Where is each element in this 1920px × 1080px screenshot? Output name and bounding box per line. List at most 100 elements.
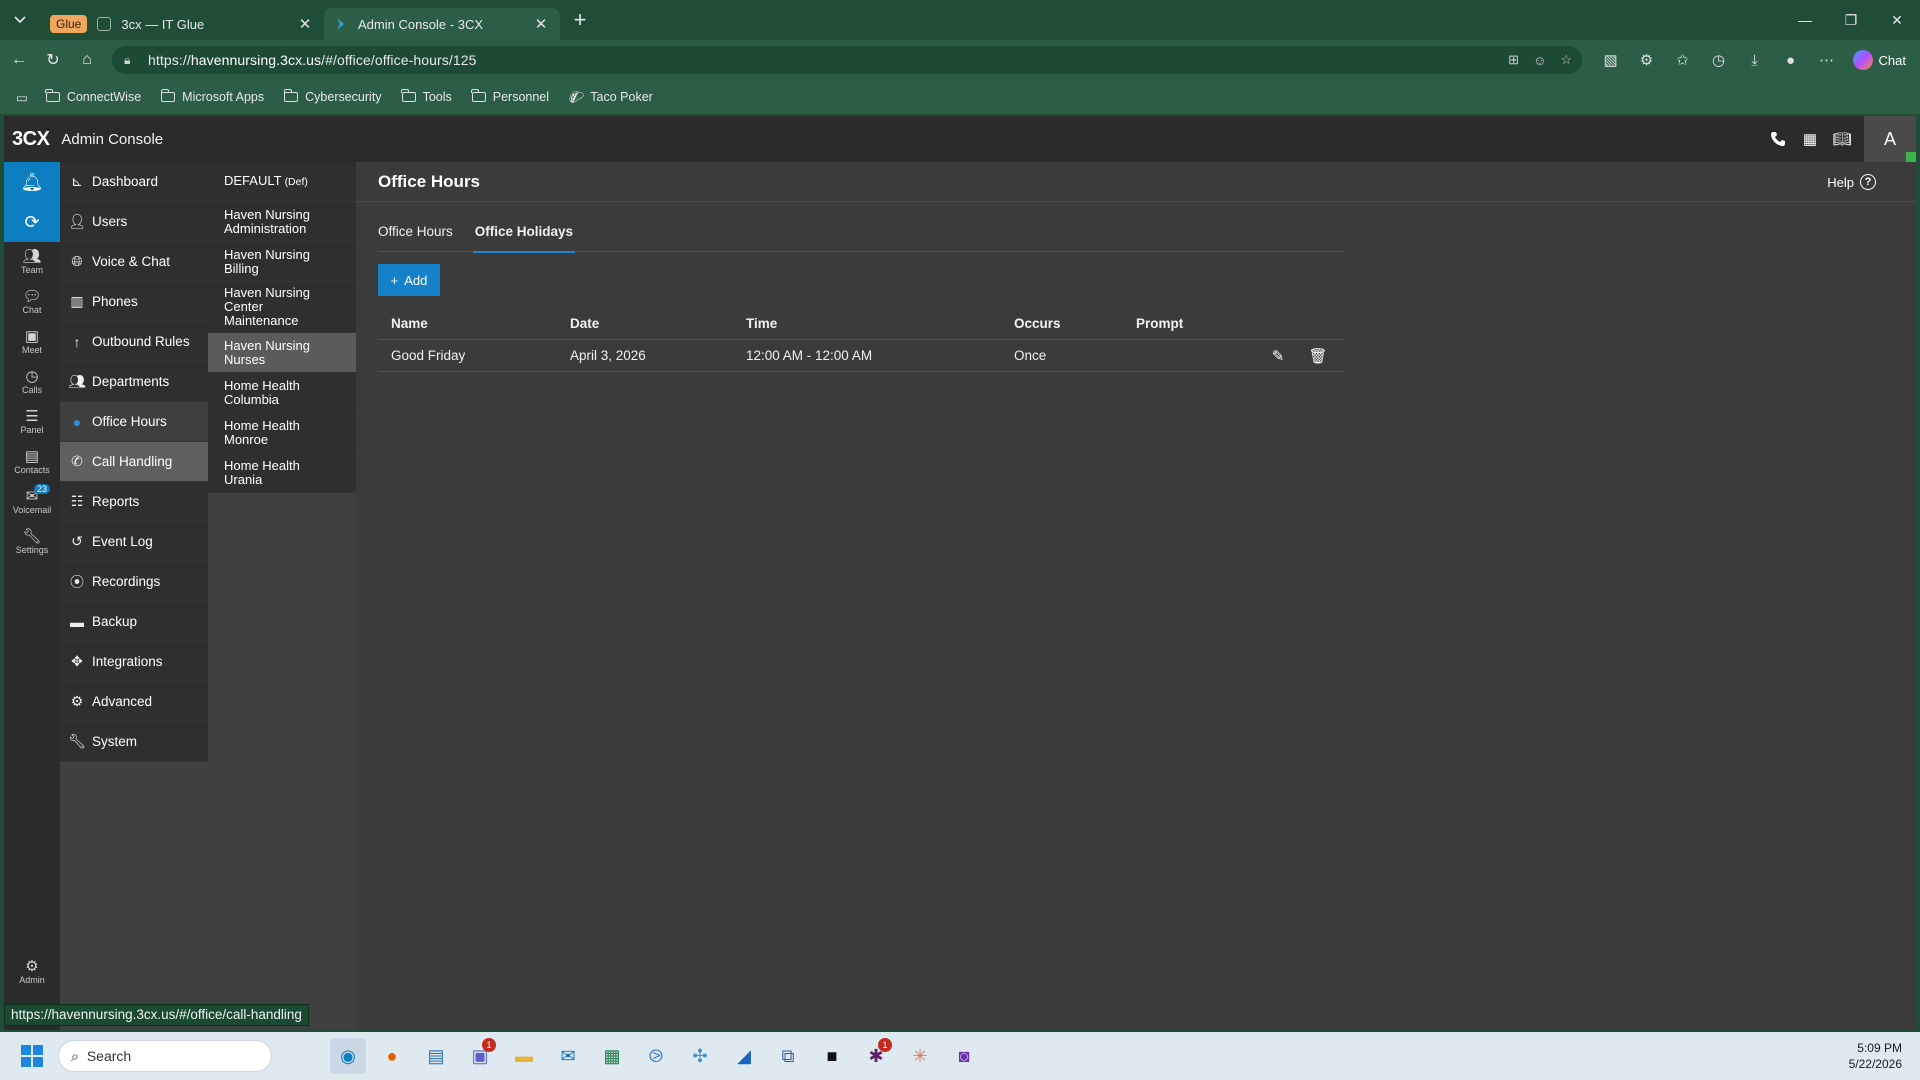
teams-icon[interactable]: ▣ 1 xyxy=(462,1038,498,1074)
tab-office-hours[interactable]: Office Hours xyxy=(378,210,453,252)
column-header-occurs[interactable]: Occurs xyxy=(1001,316,1123,331)
edit-pencil-icon[interactable]: ✎ xyxy=(1268,347,1288,365)
downloads-icon[interactable]: ⤓ xyxy=(1739,44,1771,76)
copilot-chat-button[interactable]: Chat xyxy=(1847,50,1912,70)
delete-trash-icon[interactable]: 🗑︎ xyxy=(1308,347,1328,365)
excel-icon[interactable]: ▦ xyxy=(594,1038,630,1074)
tab-office-holidays[interactable]: Office Holidays xyxy=(472,210,576,253)
nav-office-hours[interactable]: ● Office Hours xyxy=(60,402,208,442)
url-text[interactable]: https://havennursing.3cx.us/#/office/off… xyxy=(148,52,477,68)
nav-call-handling[interactable]: ✆ Call Handling xyxy=(60,442,208,482)
column-header-prompt[interactable]: Prompt xyxy=(1123,316,1243,331)
restore-icon[interactable]: ❐ xyxy=(1828,0,1874,40)
claude-icon[interactable]: ✳ xyxy=(902,1038,938,1074)
bookmark-connectwise[interactable]: ConnectWise xyxy=(38,84,149,110)
bookmark-taco-poker[interactable]: 🌮︎ Taco Poker xyxy=(561,84,661,110)
nav-dashboard[interactable]: ⊾ Dashboard xyxy=(60,162,208,202)
add-holiday-button[interactable]: + Add xyxy=(378,264,440,296)
tab-group-chip[interactable]: Glue xyxy=(50,15,88,33)
dialer-phone-icon[interactable] xyxy=(1762,116,1794,162)
nav-advanced[interactable]: ⚙ Advanced xyxy=(60,682,208,722)
rail-contacts[interactable]: ▤ Contacts xyxy=(4,442,60,482)
extension-icon[interactable]: ▧ xyxy=(1595,44,1627,76)
home-icon[interactable]: ⌂ xyxy=(70,44,104,76)
site-info-icon[interactable]: 🔒︎ xyxy=(124,53,138,68)
bookmark-tools[interactable]: Tools xyxy=(394,84,460,110)
app-q-icon[interactable]: ◙ xyxy=(946,1038,982,1074)
nav-voice-chat[interactable]: 🌐︎ Voice & Chat xyxy=(60,242,208,282)
terminal-icon[interactable]: ■ xyxy=(814,1038,850,1074)
nav-backup[interactable]: ▬ Backup xyxy=(60,602,208,642)
close-tab-icon[interactable]: ✕ xyxy=(532,15,550,33)
nav-reports[interactable]: ☷ Reports xyxy=(60,482,208,522)
taskbar-search[interactable]: ⌕ Search xyxy=(58,1040,272,1072)
nav-outbound-rules[interactable]: ↑ Outbound Rules xyxy=(60,322,208,362)
refresh-icon[interactable]: ↻ xyxy=(36,44,70,76)
qr-code-icon[interactable]: ▦ xyxy=(1794,116,1826,162)
table-row[interactable]: Good Friday April 3, 2026 12:00 AM - 12:… xyxy=(378,340,1344,372)
dept-item-haven-administration[interactable]: Haven Nursing Administration xyxy=(208,202,356,242)
file-explorer-icon[interactable]: ▬ xyxy=(506,1038,542,1074)
rail-admin[interactable]: ⚙ Admin xyxy=(4,952,60,992)
profile-icon[interactable]: ● xyxy=(1775,44,1807,76)
column-header-date[interactable]: Date xyxy=(557,316,733,331)
extensions-icon[interactable]: ⚙ xyxy=(1631,44,1663,76)
app-available-icon[interactable]: ⊞ xyxy=(1508,52,1519,68)
dept-item-haven-billing[interactable]: Haven Nursing Billing xyxy=(208,242,356,282)
favorites-icon[interactable]: ✩ xyxy=(1667,44,1699,76)
close-tab-icon[interactable]: ✕ xyxy=(296,15,314,33)
slack-icon[interactable]: ✱ 1 xyxy=(858,1038,894,1074)
close-window-icon[interactable]: ✕ xyxy=(1874,0,1920,40)
dept-item-home-health-monroe[interactable]: Home Health Monroe xyxy=(208,413,356,453)
dept-item-home-health-columbia[interactable]: Home Health Columbia xyxy=(208,373,356,413)
bookmark-microsoft-apps[interactable]: Microsoft Apps xyxy=(153,84,272,110)
nav-users[interactable]: 👤︎ Users xyxy=(60,202,208,242)
shark-app-icon[interactable]: ◢ xyxy=(726,1038,762,1074)
nav-event-log[interactable]: ↺ Event Log xyxy=(60,522,208,562)
network-tool-icon[interactable]: ✣ xyxy=(682,1038,718,1074)
rail-settings[interactable]: 🔧︎ Settings xyxy=(4,522,60,562)
dept-item-default[interactable]: DEFAULT (Def) xyxy=(208,162,356,202)
rail-voicemail[interactable]: ✉ Voicemail xyxy=(4,482,60,522)
nav-system[interactable]: 🔧︎ System xyxy=(60,722,208,762)
column-header-time[interactable]: Time xyxy=(733,316,1001,331)
manual-book-icon[interactable]: 📖︎ xyxy=(1826,116,1858,162)
dept-item-haven-center-maintenance[interactable]: Haven Nursing Center Maintenance xyxy=(208,282,356,333)
rail-panel[interactable]: ☰ Panel xyxy=(4,402,60,442)
column-header-name[interactable]: Name xyxy=(378,316,557,331)
minimize-icon[interactable]: — xyxy=(1782,0,1828,40)
reader-icon[interactable]: ☺ xyxy=(1533,53,1546,68)
firefox-icon[interactable]: ● xyxy=(374,1038,410,1074)
3cx-logo[interactable]: 3CX xyxy=(12,128,50,151)
rail-meet[interactable]: ▣ Meet xyxy=(4,322,60,362)
notifications-button[interactable]: 🔔︎ xyxy=(4,162,60,202)
nav-integrations[interactable]: ✥ Integrations xyxy=(60,642,208,682)
taskbar-clock[interactable]: 5:09 PM 5/22/2026 xyxy=(1849,1040,1902,1072)
collections-icon[interactable]: ▭ xyxy=(10,84,34,110)
refresh-button[interactable]: ⟳ xyxy=(4,202,60,242)
new-tab-icon[interactable]: + xyxy=(566,6,594,34)
bookmark-personnel[interactable]: Personnel xyxy=(464,84,557,110)
history-icon[interactable]: ◷ xyxy=(1703,44,1735,76)
remote-desktop-icon[interactable]: ⧉ xyxy=(770,1038,806,1074)
edge-browser-icon[interactable]: ◉ xyxy=(330,1038,366,1074)
nav-departments[interactable]: 👥︎ Departments xyxy=(60,362,208,402)
browser-tab-3cx[interactable]: Admin Console - 3CX ✕ xyxy=(324,8,560,40)
start-button[interactable] xyxy=(12,1036,52,1076)
outlook-icon[interactable]: ✉ xyxy=(550,1038,586,1074)
dept-item-haven-nurses[interactable]: Haven Nursing Nurses xyxy=(208,333,356,373)
more-options-icon[interactable]: ⋯ xyxy=(1811,44,1843,76)
address-bar[interactable]: 🔒︎ https://havennursing.3cx.us/#/office/… xyxy=(112,46,1582,74)
notepad-icon[interactable]: ▤ xyxy=(418,1038,454,1074)
powershell-icon[interactable]: ⧁ xyxy=(638,1038,674,1074)
dept-item-home-health-urania[interactable]: Home Health Urania xyxy=(208,453,356,493)
bookmark-cybersecurity[interactable]: Cybersecurity xyxy=(276,84,389,110)
help-link[interactable]: Help ? xyxy=(1827,174,1876,190)
rail-team[interactable]: 👥︎ Team xyxy=(4,242,60,282)
browser-tab-itglue[interactable]: Glue 3cx — IT Glue ✕ xyxy=(40,8,324,40)
rail-chat[interactable]: 💬︎ Chat xyxy=(4,282,60,322)
back-icon[interactable]: ← xyxy=(2,44,36,76)
nav-recordings[interactable]: ⦿ Recordings xyxy=(60,562,208,602)
favorite-star-icon[interactable]: ☆ xyxy=(1560,52,1572,68)
tab-list-dropdown-icon[interactable] xyxy=(6,6,34,34)
